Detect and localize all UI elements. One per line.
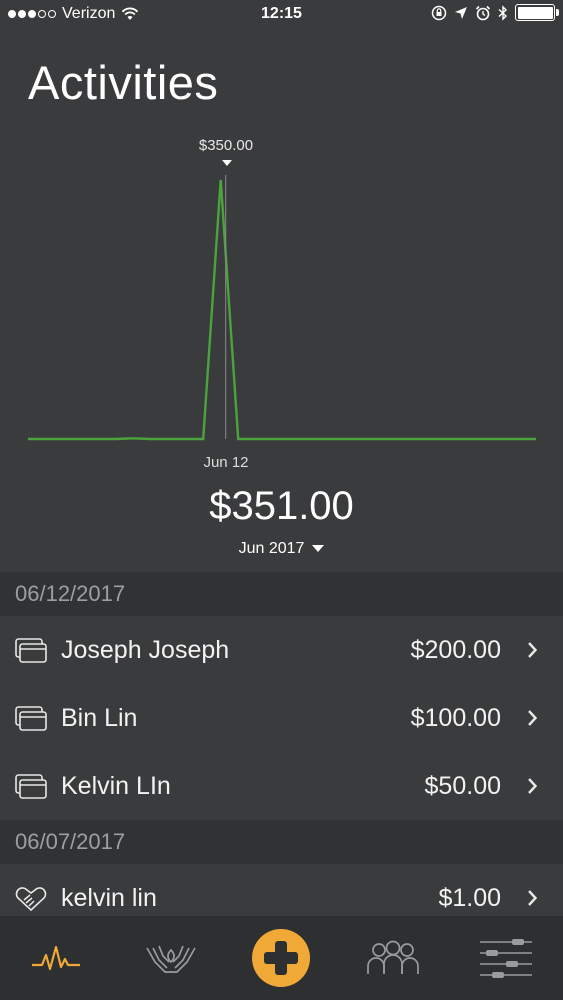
chevron-right-icon <box>528 778 538 794</box>
item-name: Joseph Joseph <box>61 635 230 664</box>
chevron-right-icon <box>528 710 538 726</box>
chevron-right-icon <box>528 642 538 658</box>
hands-icon <box>146 945 196 973</box>
sliders-icon <box>480 939 532 978</box>
chart-series-line <box>28 179 536 441</box>
card-icon <box>15 774 47 799</box>
add-button[interactable] <box>231 916 331 1000</box>
handshake-icon <box>15 887 47 912</box>
item-name: kelvin lin <box>61 883 157 912</box>
item-amount: $100.00 <box>410 703 501 732</box>
list-item[interactable]: Bin Lin $100.00 <box>0 684 563 752</box>
section-header: 06/07/2017 <box>0 820 563 864</box>
alarm-icon <box>475 5 491 20</box>
total-amount: $351.00 <box>209 484 354 528</box>
card-icon <box>15 638 47 663</box>
activity-list: 06/12/2017 Joseph Joseph $200.00 Bin Lin… <box>0 572 563 932</box>
rotation-lock-icon <box>431 5 447 20</box>
add-icon <box>252 929 310 987</box>
item-amount: $200.00 <box>410 635 501 664</box>
section-header: 06/12/2017 <box>0 572 563 616</box>
chevron-right-icon <box>528 890 538 906</box>
tab-activities[interactable] <box>6 916 106 1000</box>
item-name: Bin Lin <box>61 703 138 732</box>
list-item[interactable]: Kelvin LIn $50.00 <box>0 752 563 820</box>
tab-people[interactable] <box>343 916 443 1000</box>
caret-down-icon <box>312 545 325 553</box>
status-bar: Verizon 12:15 <box>0 0 563 30</box>
item-amount: $50.00 <box>424 771 501 800</box>
item-amount: $1.00 <box>438 883 501 912</box>
people-icon <box>367 940 419 974</box>
item-name: Kelvin LIn <box>61 771 171 800</box>
period-label: Jun 2017 <box>238 540 305 557</box>
card-icon <box>15 706 47 731</box>
activity-icon <box>32 945 80 971</box>
battery-icon <box>515 4 559 21</box>
chart-x-label: Jun 12 <box>203 454 249 471</box>
tab-settings[interactable] <box>456 916 556 1000</box>
bluetooth-icon <box>498 4 508 21</box>
activity-chart[interactable] <box>0 130 563 480</box>
location-icon <box>455 6 467 19</box>
status-right <box>431 4 559 21</box>
period-selector[interactable]: Jun 2017 <box>0 540 563 558</box>
tab-bar <box>0 916 563 1000</box>
tab-giving[interactable] <box>121 916 221 1000</box>
page-title: Activities <box>28 56 219 109</box>
list-item[interactable]: Joseph Joseph $200.00 <box>0 616 563 684</box>
